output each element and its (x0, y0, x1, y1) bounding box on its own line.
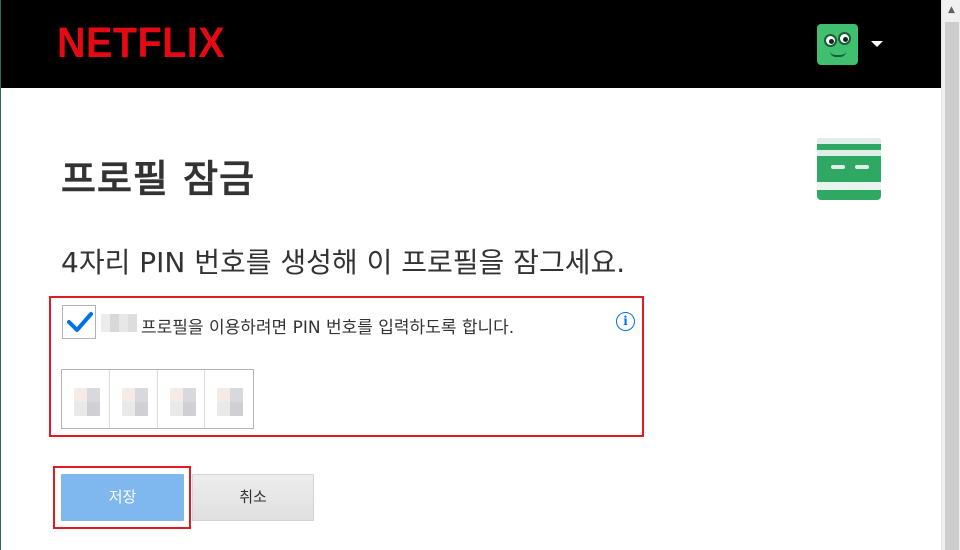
pin-digit-1-input[interactable] (62, 370, 110, 428)
profile-thumbnail-icon (817, 138, 881, 200)
scroll-up-arrow-icon[interactable]: ▲ (942, 0, 960, 20)
redacted-pin-digit (169, 388, 196, 416)
pin-digit-2-input[interactable] (110, 370, 158, 428)
user-avatar-icon[interactable] (817, 24, 858, 65)
redacted-pin-digit (74, 388, 100, 416)
require-pin-checkbox[interactable] (62, 305, 96, 339)
netflix-logo[interactable]: NETFLIX (57, 22, 225, 65)
page-title: 프로필 잠금 (61, 157, 256, 201)
pin-digit-4-input[interactable] (205, 370, 253, 428)
cancel-button[interactable]: 취소 (192, 474, 314, 521)
require-pin-label: 프로필을 이용하려면 PIN 번호를 입력하도록 합니다. (141, 318, 515, 338)
scrollbar-thumb[interactable] (945, 22, 959, 550)
avatar-mouth (830, 51, 846, 57)
pin-input-group (61, 369, 254, 429)
top-navigation-bar: NETFLIX (1, 0, 941, 88)
redacted-pin-digit (121, 388, 148, 416)
vertical-scrollbar[interactable]: ▲ (941, 0, 960, 550)
redacted-profile-name (101, 314, 137, 332)
avatar-eye-left (824, 34, 837, 47)
save-button[interactable]: 저장 (61, 474, 184, 521)
app-window: NETFLIX ▲ 프로필 잠금 4자리 PIN 번호를 생성해 이 프로필을 … (0, 0, 960, 550)
caret-down-icon[interactable] (871, 41, 883, 47)
redacted-pin-digit (217, 388, 244, 416)
info-icon[interactable]: i (616, 312, 635, 331)
checkmark-icon (67, 312, 93, 332)
avatar-eye-right (838, 32, 851, 45)
instruction-text: 4자리 PIN 번호를 생성해 이 프로필을 잠그세요. (61, 246, 626, 279)
pin-digit-3-input[interactable] (158, 370, 206, 428)
